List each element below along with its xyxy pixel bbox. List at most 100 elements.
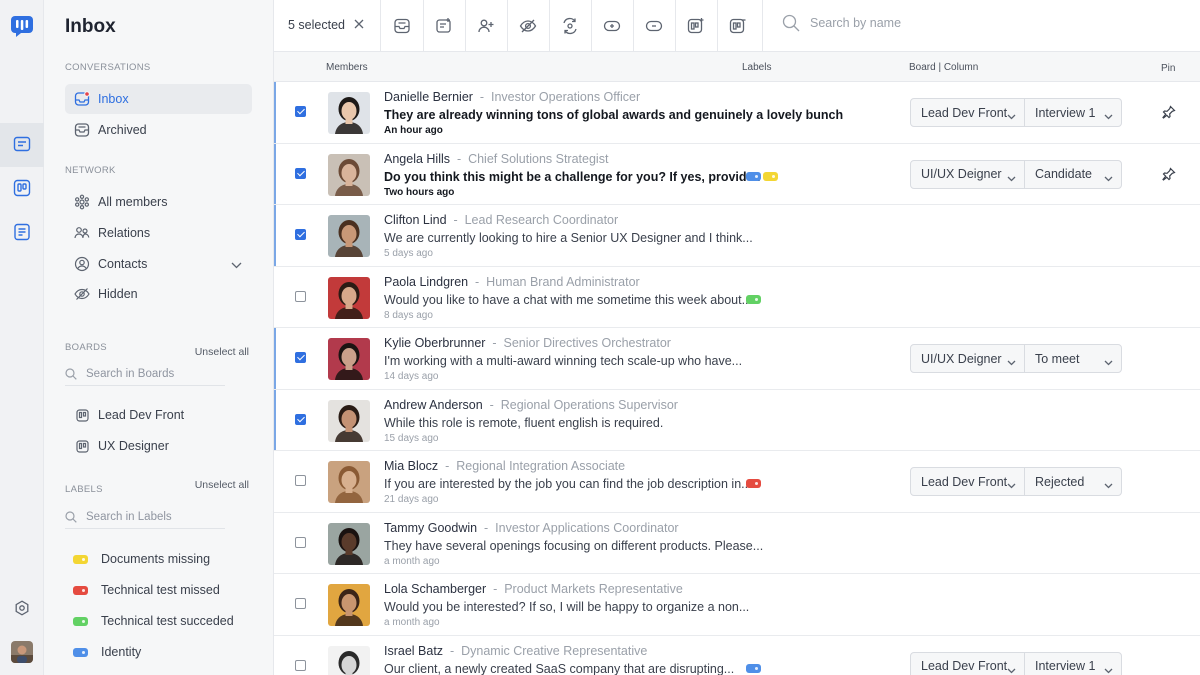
app-logo-icon[interactable] — [11, 16, 33, 43]
table-row[interactable]: Lola Schamberger - Product Markets Repre… — [274, 574, 1200, 636]
sidebar-item-all-members[interactable]: All members — [65, 187, 252, 217]
boards-search-input[interactable]: Search in Boards — [65, 362, 225, 386]
member-avatar[interactable] — [328, 522, 370, 565]
label-icon[interactable] — [599, 13, 625, 39]
row-checkbox[interactable] — [295, 598, 306, 609]
sidebar-item-archived[interactable]: Archived — [65, 115, 252, 145]
boards-icon[interactable] — [0, 166, 44, 210]
label-tag-icon[interactable] — [746, 479, 761, 488]
table-row[interactable]: Mia Blocz - Regional Integration Associa… — [274, 451, 1200, 513]
boards-unselect-all-link[interactable]: Unselect all — [195, 346, 249, 358]
board-select[interactable]: UI/UX Deigner — [910, 344, 1025, 373]
board-select[interactable]: Lead Dev Front — [910, 467, 1025, 496]
sidebar-label-identity[interactable]: Identity — [73, 645, 141, 659]
member-name[interactable]: Israel Batz — [384, 644, 443, 658]
chevron-down-icon — [1007, 355, 1016, 369]
row-checkbox[interactable] — [295, 290, 306, 302]
label-tag-icon[interactable] — [746, 171, 761, 181]
archive-icon[interactable] — [389, 13, 415, 39]
member-avatar[interactable] — [328, 399, 370, 442]
sidebar-item-hidden[interactable]: Hidden — [65, 279, 252, 309]
hide-icon[interactable] — [515, 13, 541, 39]
user-avatar[interactable] — [11, 641, 33, 663]
member-avatar[interactable] — [328, 584, 370, 626]
column-select[interactable]: Interview 1 — [1024, 651, 1122, 675]
chevron-down-icon — [1007, 171, 1016, 185]
add-to-board-icon[interactable] — [683, 13, 709, 39]
labels-search-input[interactable]: Search in Labels — [65, 505, 225, 529]
member-avatar[interactable] — [328, 461, 370, 503]
column-select[interactable]: Candidate — [1024, 159, 1122, 189]
sidebar-label-technical-test-succeded[interactable]: Technical test succeded — [73, 614, 234, 628]
member-name[interactable]: Lola Schamberger — [384, 582, 486, 596]
label-tag-icon[interactable] — [746, 294, 761, 304]
members-column-header: Members — [326, 62, 368, 73]
messages-icon[interactable] — [0, 123, 44, 167]
column-select[interactable]: To meet — [1024, 344, 1122, 373]
row-checkbox[interactable] — [295, 352, 306, 363]
member-name[interactable]: Angela Hills — [384, 152, 450, 166]
member-avatar[interactable] — [328, 215, 370, 257]
member-name[interactable]: Clifton Lind — [384, 213, 447, 227]
table-row[interactable]: Andrew Anderson - Regional Operations Su… — [274, 389, 1200, 451]
board-select[interactable]: Lead Dev Front — [910, 651, 1025, 675]
row-checkbox[interactable] — [295, 536, 306, 548]
table-row[interactable]: Paola Lindgren - Human Brand Administrat… — [274, 266, 1200, 328]
sidebar-item-inbox[interactable]: Inbox — [65, 84, 252, 114]
sidebar-item-label: Inbox — [98, 92, 129, 106]
table-row[interactable]: Angela Hills - Chief Solutions Strategis… — [274, 143, 1200, 205]
clear-selection-close-icon[interactable] — [352, 17, 366, 36]
chevron-down-icon[interactable] — [231, 258, 242, 272]
label-tag-icon[interactable] — [763, 171, 778, 181]
search-input[interactable]: Search by name — [782, 14, 901, 32]
row-checkbox[interactable] — [295, 167, 306, 179]
table-row[interactable]: Danielle Bernier - Investor Operations O… — [274, 82, 1200, 144]
member-name[interactable]: Tammy Goodwin — [384, 521, 477, 535]
unlabel-icon[interactable] — [641, 13, 667, 39]
row-checkbox[interactable] — [295, 106, 306, 117]
pin-icon[interactable] — [1162, 105, 1176, 124]
column-select[interactable]: Rejected — [1024, 467, 1122, 496]
row-checkbox[interactable] — [295, 413, 306, 425]
sidebar-board-ux-designer[interactable]: UX Designer — [65, 431, 252, 461]
table-row[interactable]: Tammy Goodwin - Investor Applications Co… — [274, 512, 1200, 574]
column-select[interactable]: Interview 1 — [1024, 98, 1122, 127]
member-avatar[interactable] — [328, 338, 370, 380]
label-tag-icon[interactable] — [746, 663, 761, 673]
add-member-icon[interactable] — [473, 13, 499, 39]
sidebar-item-relations[interactable]: Relations — [65, 218, 252, 248]
member-avatar[interactable] — [328, 92, 370, 134]
member-avatar[interactable] — [328, 276, 370, 319]
sidebar-item-contacts[interactable]: Contacts — [65, 249, 252, 279]
member-name[interactable]: Mia Blocz — [384, 459, 438, 473]
sidebar-item-label: UX Designer — [98, 439, 169, 453]
message-timestamp: a month ago — [384, 617, 440, 628]
settings-icon[interactable] — [0, 586, 44, 630]
boards-search-placeholder: Search in Boards — [86, 367, 175, 380]
sidebar-board-lead-dev-front[interactable]: Lead Dev Front — [65, 400, 252, 430]
board-select[interactable]: UI/UX Deigner — [910, 159, 1025, 189]
table-row[interactable]: Israel Batz - Dynamic Creative Represent… — [274, 635, 1200, 675]
member-name[interactable]: Paola Lindgren — [384, 275, 468, 289]
table-row[interactable]: Clifton Lind - Lead Research Coordinator… — [274, 205, 1200, 267]
member-avatar[interactable] — [328, 645, 370, 675]
row-checkbox[interactable] — [295, 229, 306, 240]
table-row[interactable]: Kylie Oberbrunner - Senior Directives Or… — [274, 328, 1200, 390]
relation-icon[interactable] — [557, 13, 583, 39]
member-name[interactable]: Kylie Oberbrunner — [384, 336, 485, 350]
row-checkbox[interactable] — [295, 475, 306, 486]
member-name[interactable]: Andrew Anderson — [384, 398, 483, 412]
sidebar-label-technical-test-missed[interactable]: Technical test missed — [73, 583, 220, 597]
notes-icon[interactable] — [0, 210, 44, 254]
row-checkbox[interactable] — [295, 659, 306, 671]
pin-icon[interactable] — [1162, 166, 1176, 186]
move-to-board-icon[interactable] — [431, 13, 457, 39]
member-name[interactable]: Danielle Bernier — [384, 90, 473, 104]
remove-from-board-icon[interactable] — [725, 13, 751, 39]
column-select-value: Interview 1 — [1035, 659, 1096, 673]
board-select[interactable]: Lead Dev Front — [910, 98, 1025, 127]
row-labels — [746, 171, 780, 181]
labels-unselect-all-link[interactable]: Unselect all — [195, 479, 249, 491]
member-avatar[interactable] — [328, 153, 370, 196]
sidebar-label-documents-missing[interactable]: Documents missing — [73, 552, 210, 566]
